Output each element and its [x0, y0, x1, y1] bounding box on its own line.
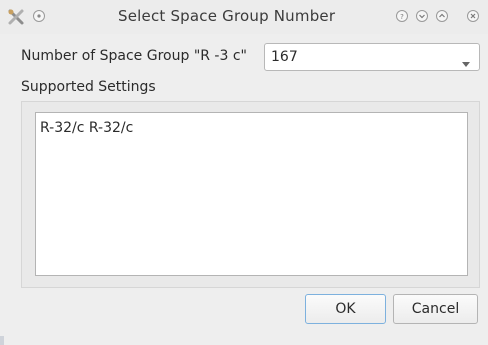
window-menu-icon[interactable] — [33, 10, 45, 22]
supported-settings-text-area[interactable]: R-32/c R-32/c — [35, 112, 468, 276]
cancel-button[interactable]: Cancel — [393, 294, 478, 324]
svg-text:?: ? — [400, 13, 404, 20]
space-group-number-dropdown[interactable]: 167 — [264, 43, 480, 71]
supported-settings-content: R-32/c R-32/c — [40, 120, 134, 136]
chevron-down-icon[interactable] — [462, 55, 470, 71]
window-edge — [0, 336, 4, 345]
supported-settings-label: Supported Settings — [21, 79, 156, 95]
help-icon[interactable]: ? — [396, 10, 408, 22]
title-bar: Select Space Group Number ? — [0, 0, 488, 34]
ok-button[interactable]: OK — [305, 294, 386, 324]
maximize-icon[interactable] — [436, 10, 448, 22]
space-group-label: Number of Space Group "R -3 c" — [21, 48, 247, 64]
space-group-number-value: 167 — [271, 49, 298, 65]
close-icon[interactable] — [467, 10, 479, 22]
tools-icon[interactable] — [7, 8, 25, 26]
minimize-icon[interactable] — [416, 10, 428, 22]
window-title: Select Space Group Number — [118, 7, 336, 25]
